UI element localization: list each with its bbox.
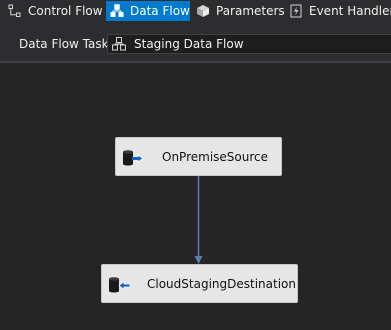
source-adapter-icon [121, 148, 145, 168]
task-selector-row: Data Flow Task: Staging Data Flow [0, 23, 391, 61]
tab-event-handlers[interactable]: Event Handlers [285, 1, 391, 21]
selected-task-value: Staging Data Flow [134, 37, 244, 51]
destination-component[interactable]: CloudStagingDestination [101, 264, 298, 303]
parameters-icon [196, 4, 210, 18]
tab-label: Control Flow [28, 4, 103, 18]
event-handlers-icon [289, 4, 303, 18]
task-label: Data Flow Task: [19, 37, 113, 51]
tab-parameters[interactable]: Parameters [192, 1, 291, 21]
tab-label: Parameters [216, 4, 285, 18]
data-flow-icon [110, 4, 124, 18]
destination-adapter-icon [107, 275, 131, 295]
tab-control-flow[interactable]: Control Flow [4, 1, 109, 21]
designer-window: Control Flow Data Flow Parameters Event … [0, 0, 391, 330]
tab-label: Event Handlers [309, 4, 391, 18]
source-component[interactable]: OnPremiseSource [115, 137, 282, 176]
data-flow-task-icon [112, 37, 126, 51]
control-flow-icon [8, 4, 22, 18]
tab-data-flow[interactable]: Data Flow [106, 1, 190, 21]
component-name: OnPremiseSource [162, 150, 269, 164]
designer-tab-bar: Control Flow Data Flow Parameters Event … [0, 0, 391, 23]
component-name: CloudStagingDestination [147, 277, 296, 291]
data-flow-canvas[interactable]: OnPremiseSource CloudStagingDestination [0, 63, 391, 330]
connector-arrowhead-icon [194, 256, 203, 264]
data-flow-task-dropdown[interactable]: Staging Data Flow [107, 34, 391, 54]
tab-label: Data Flow [130, 4, 190, 18]
